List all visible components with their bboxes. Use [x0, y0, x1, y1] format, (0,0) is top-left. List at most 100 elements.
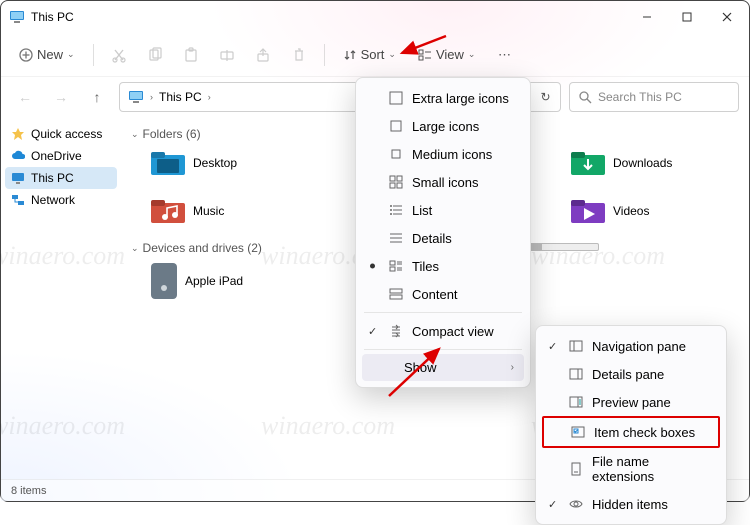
view-icons-lg-icon: [388, 118, 404, 134]
menu-item-preview-pane[interactable]: Preview pane: [542, 388, 720, 416]
preview-pane-icon: [568, 394, 584, 410]
menu-item-large-icons[interactable]: Large icons: [362, 112, 524, 140]
view-icons-sm-icon: [388, 174, 404, 190]
menu-item-label: Show: [404, 360, 437, 375]
folder-icon: [151, 197, 185, 225]
menu-item-details[interactable]: Details: [362, 224, 524, 252]
back-button[interactable]: ←: [11, 83, 39, 111]
folder-icon: [571, 197, 605, 225]
more-button[interactable]: ⋯: [489, 43, 519, 67]
compact-view-icon: [388, 323, 404, 339]
view-menu: Extra large icons Large icons Medium ico…: [355, 77, 531, 388]
menu-item-item-check-boxes[interactable]: Item check boxes: [542, 416, 720, 448]
check-icon: ✓: [368, 325, 377, 338]
network-icon: [11, 193, 25, 207]
sidebar-item-label: Quick access: [31, 127, 102, 141]
menu-item-extra-large-icons[interactable]: Extra large icons: [362, 84, 524, 112]
menu-item-compact-view[interactable]: ✓ Compact view: [362, 317, 524, 345]
folder-item[interactable]: Videos: [571, 197, 731, 225]
menu-item-label: Hidden items: [592, 497, 668, 512]
show-submenu: ✓ Navigation pane Details pane Preview p…: [535, 325, 727, 525]
status-text: 8 items: [11, 485, 46, 497]
navigation-pane-icon: [568, 338, 584, 354]
view-button-label: View: [436, 47, 464, 62]
check-icon: ✓: [548, 498, 557, 511]
share-button[interactable]: [248, 43, 278, 67]
menu-item-label: Small icons: [412, 175, 478, 190]
view-button[interactable]: View ⌄: [410, 43, 484, 66]
chevron-down-icon: ⌄: [131, 243, 139, 254]
chevron-down-icon: ⌄: [388, 49, 396, 60]
sidebar-item-quick-access[interactable]: Quick access: [5, 123, 117, 145]
menu-item-navigation-pane[interactable]: ✓ Navigation pane: [542, 332, 720, 360]
cloud-icon: [11, 149, 25, 163]
sidebar-item-onedrive[interactable]: OneDrive: [5, 145, 117, 167]
view-content-icon: [388, 286, 404, 302]
address-segment[interactable]: This PC: [159, 90, 202, 104]
sidebar-item-this-pc[interactable]: This PC: [5, 167, 117, 189]
view-tiles-icon: [388, 258, 404, 274]
star-icon: [11, 127, 25, 141]
this-pc-icon: [9, 9, 25, 25]
copy-button[interactable]: [140, 43, 170, 67]
details-pane-icon: [568, 366, 584, 382]
this-pc-icon: [11, 171, 25, 185]
new-button[interactable]: New ⌄: [11, 43, 83, 66]
device-icon: [151, 263, 177, 299]
menu-item-medium-icons[interactable]: Medium icons: [362, 140, 524, 168]
menu-item-file-name-extensions[interactable]: File name extensions: [542, 448, 720, 490]
menu-item-label: Details: [412, 231, 452, 246]
separator: [93, 44, 94, 66]
new-button-label: New: [37, 47, 63, 62]
close-button[interactable]: [711, 5, 743, 29]
chevron-right-icon: ›: [150, 92, 153, 102]
menu-item-label: Navigation pane: [592, 339, 686, 354]
file-extension-icon: [568, 461, 584, 477]
chevron-down-icon: ⌄: [468, 49, 476, 60]
menu-item-tiles[interactable]: Tiles: [362, 252, 524, 280]
menu-separator: [364, 312, 522, 313]
separator: [324, 44, 325, 66]
drive-label: Apple iPad: [185, 274, 243, 288]
check-icon: ✓: [548, 340, 557, 353]
menu-item-small-icons[interactable]: Small icons: [362, 168, 524, 196]
maximize-button[interactable]: [671, 5, 703, 29]
folder-icon: [571, 149, 605, 177]
checkbox-icon: [570, 424, 586, 440]
folder-icon: [151, 149, 185, 177]
up-button[interactable]: ↑: [83, 83, 111, 111]
minimize-button[interactable]: [631, 5, 663, 29]
paste-button[interactable]: [176, 43, 206, 67]
titlebar: This PC: [1, 1, 749, 33]
refresh-button[interactable]: ↻: [540, 90, 550, 104]
command-toolbar: New ⌄ Sort ⌄ View ⌄ ⋯: [1, 33, 749, 77]
sort-button-label: Sort: [361, 47, 385, 62]
group-header-label: Devices and drives (2): [143, 241, 262, 255]
sort-button[interactable]: Sort ⌄: [335, 43, 404, 66]
delete-button[interactable]: [284, 43, 314, 67]
menu-separator: [364, 349, 522, 350]
forward-button[interactable]: →: [47, 83, 75, 111]
menu-item-hidden-items[interactable]: ✓ Hidden items: [542, 490, 720, 518]
bullet-icon: [370, 264, 375, 269]
view-icons-xl-icon: [388, 90, 404, 106]
chevron-down-icon: ⌄: [67, 49, 75, 60]
chevron-right-icon: ›: [208, 92, 211, 102]
menu-item-list[interactable]: List: [362, 196, 524, 224]
view-list-icon: [388, 202, 404, 218]
folder-item[interactable]: Downloads: [571, 149, 731, 177]
sidebar-item-network[interactable]: Network: [5, 189, 117, 211]
navigation-sidebar: Quick access OneDrive This PC Network: [1, 117, 121, 479]
folder-label: Music: [193, 204, 224, 218]
menu-item-show[interactable]: Show ›: [362, 354, 524, 381]
menu-item-content[interactable]: Content: [362, 280, 524, 308]
menu-item-details-pane[interactable]: Details pane: [542, 360, 720, 388]
cut-button[interactable]: [104, 43, 134, 67]
search-input[interactable]: Search This PC: [569, 82, 739, 112]
folder-item[interactable]: Desktop: [151, 149, 311, 177]
folder-item[interactable]: Music: [151, 197, 311, 225]
rename-button[interactable]: [212, 43, 242, 67]
window-title: This PC: [31, 10, 74, 24]
folder-label: Videos: [613, 204, 649, 218]
view-icons-md-icon: [388, 146, 404, 162]
